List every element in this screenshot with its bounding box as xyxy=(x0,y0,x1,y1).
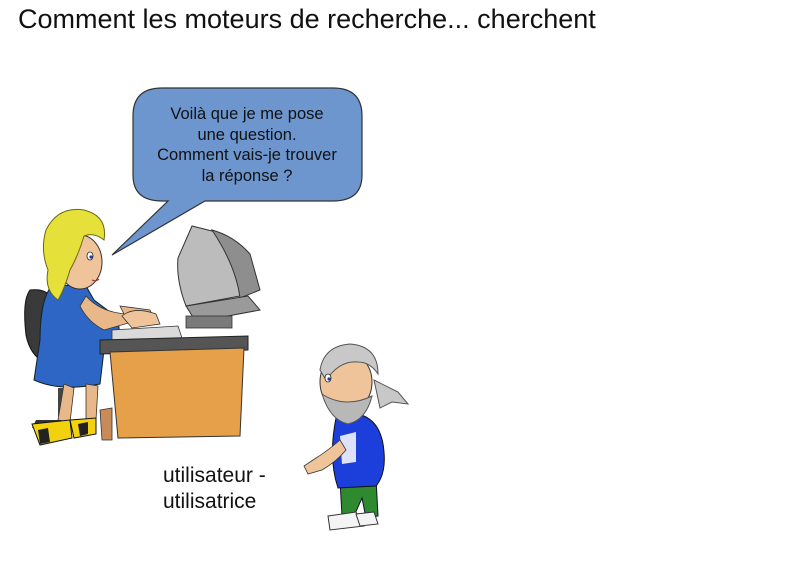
scene-illustration xyxy=(24,87,410,531)
desk-with-computer xyxy=(99,225,261,439)
bubble-line: une question. xyxy=(197,125,297,144)
user-caption: utilisateur - utilisatrice xyxy=(163,463,266,515)
bubble-line: Comment vais-je trouver xyxy=(157,146,337,164)
speech-bubble-text: Voilà que je me pose une question. Comme… xyxy=(136,104,358,186)
bearded-man-illustration xyxy=(303,343,410,531)
caption-line: utilisatrice xyxy=(163,490,257,513)
caption-line: utilisateur - xyxy=(163,464,266,487)
bubble-line: la réponse ? xyxy=(201,166,293,185)
bubble-line: Voilà que je me pose xyxy=(170,105,324,123)
